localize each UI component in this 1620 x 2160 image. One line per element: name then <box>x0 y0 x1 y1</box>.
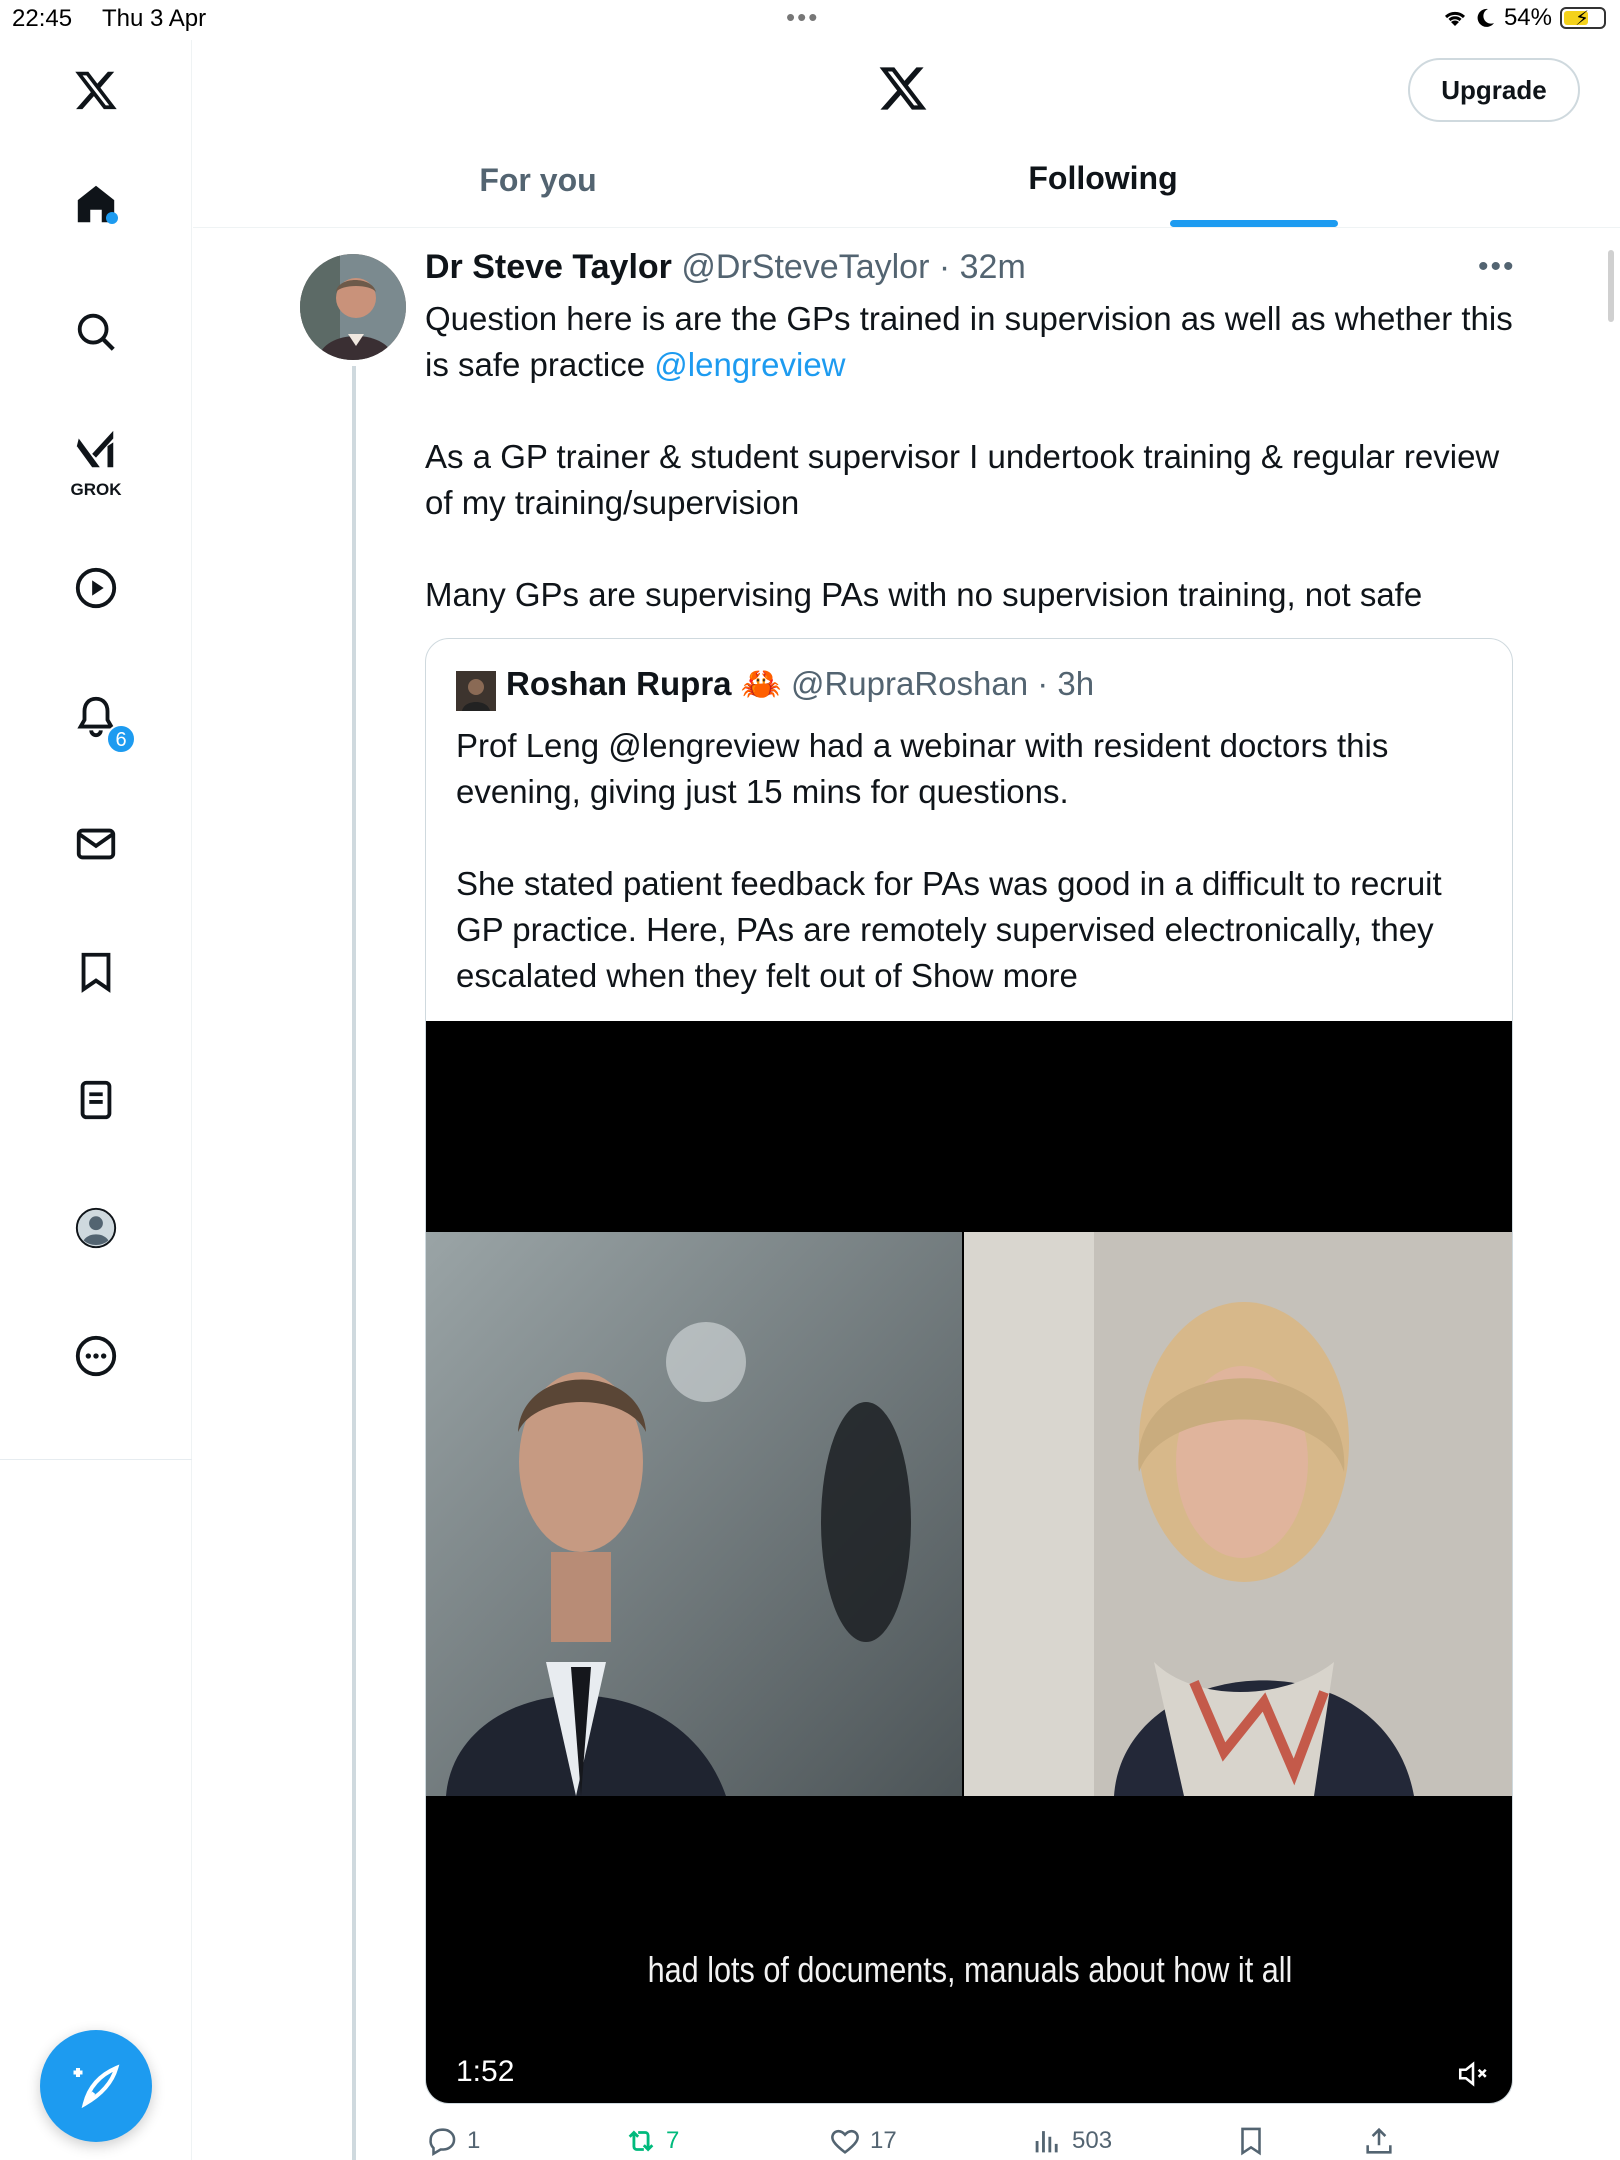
meta-separator: · <box>929 248 960 286</box>
video-frame-left <box>426 1232 962 1796</box>
author-name[interactable]: Dr Steve Taylor <box>425 248 672 286</box>
sidebar-divider <box>0 1459 192 1460</box>
upgrade-button[interactable]: Upgrade <box>1408 58 1580 122</box>
like-button[interactable]: 17 <box>828 2124 897 2158</box>
status-right: 54% ⚡ <box>1442 4 1606 32</box>
tweet-paragraph: Question here is are the GPs trained in … <box>425 296 1515 388</box>
tweet-paragraph: As a GP trainer & student supervisor I u… <box>425 438 1500 521</box>
views-icon <box>1035 2131 1058 2153</box>
quote-avatar[interactable] <box>456 671 496 711</box>
bookmark-icon[interactable] <box>68 944 124 1000</box>
video-subtitle: had lots of documents, manuals about how… <box>647 1949 1293 1990</box>
home-icon[interactable] <box>68 176 124 232</box>
more-options-icon[interactable]: ••• <box>1478 250 1516 284</box>
multitasking-dots-icon[interactable]: ••• <box>786 2 819 33</box>
grok-icon[interactable] <box>68 422 124 478</box>
tweet-body: Question here is are the GPs trained in … <box>425 296 1515 664</box>
view-count: 503 <box>1072 2127 1113 2154</box>
mail-icon[interactable] <box>68 816 124 872</box>
video-duration: 1:52 <box>456 2055 515 2088</box>
battery-charging-icon: ⚡ <box>1560 7 1606 30</box>
status-time: 22:45 <box>12 5 73 32</box>
tab-following[interactable]: Following <box>753 142 1453 228</box>
timeline-header: Upgrade For you Following <box>193 40 1620 228</box>
author-handle[interactable]: @DrSteveTaylor <box>681 248 929 286</box>
quote-author-handle[interactable]: @RupraRoshan <box>791 665 1028 702</box>
heart-icon <box>831 2129 859 2154</box>
quote-paragraph: Prof Leng @lengreview had a webinar with… <box>456 727 1389 810</box>
bookmark-button[interactable] <box>1234 2124 1268 2158</box>
list-icon[interactable] <box>68 1072 124 1128</box>
x-logo-icon[interactable] <box>877 62 929 114</box>
x-logo-icon[interactable] <box>68 62 124 118</box>
avatar[interactable] <box>300 254 406 360</box>
share-icon <box>1366 2127 1392 2154</box>
meta-separator: · <box>1028 665 1058 702</box>
play-icon[interactable] <box>68 560 124 616</box>
show-more-link[interactable]: Show more <box>911 957 1078 994</box>
wifi-icon <box>1444 11 1465 26</box>
quote-author-name[interactable]: Roshan Rupra <box>506 665 732 702</box>
repost-button[interactable]: 7 <box>624 2124 679 2158</box>
thread-line <box>352 366 356 2160</box>
reply-icon <box>429 2128 456 2157</box>
bookmark-icon <box>1241 2127 1261 2156</box>
mention-link[interactable]: @lengreview <box>654 346 845 383</box>
status-date: Thu 3 Apr <box>102 5 207 32</box>
share-button[interactable] <box>1362 2124 1396 2158</box>
reply-button[interactable]: 1 <box>425 2124 480 2158</box>
tweet-header: Dr Steve Taylor @DrSteveTaylor · 32m <box>425 248 1026 287</box>
search-icon[interactable] <box>68 304 124 360</box>
status-bar: 22:45 Thu 3 Apr ••• 54% ⚡ <box>0 0 1620 40</box>
scrollbar[interactable] <box>1608 250 1614 322</box>
video-player[interactable]: had lots of documents, manuals about how… <box>426 1021 1512 2103</box>
grok-label: GROK <box>70 480 122 499</box>
battery-percent: 54% <box>1503 4 1552 31</box>
avatar-icon[interactable] <box>68 1200 124 1256</box>
quote-body: Prof Leng @lengreview had a webinar with… <box>456 723 1486 1045</box>
quote-time[interactable]: 3h <box>1057 665 1094 702</box>
compose-icon <box>73 2064 120 2109</box>
active-tab-indicator <box>1170 220 1338 227</box>
muted-icon[interactable] <box>1456 2057 1490 2091</box>
repost-icon <box>628 2130 654 2152</box>
tweet-time[interactable]: 32m <box>960 248 1026 286</box>
quote-paragraph: She stated patient feedback for PAs was … <box>456 861 1486 999</box>
notification-badge: 6 <box>106 724 136 754</box>
repost-count: 7 <box>666 2127 680 2154</box>
more-circle-icon[interactable] <box>68 1328 124 1384</box>
home-unread-dot <box>106 212 118 224</box>
compose-button[interactable] <box>40 2030 152 2142</box>
tweet-text: Question here is are the GPs trained in … <box>425 300 1513 383</box>
sidebar: GROK 6 <box>0 40 192 2160</box>
quote-header: Roshan Rupra 🦀 @RupraRoshan · 3h <box>506 665 1094 704</box>
moon-icon <box>1477 8 1494 27</box>
video-frame-right <box>964 1232 1512 1796</box>
views-button[interactable]: 503 <box>1030 2124 1112 2158</box>
like-count: 17 <box>870 2127 897 2154</box>
crab-emoji: 🦀 <box>740 665 782 702</box>
quoted-tweet[interactable]: Roshan Rupra 🦀 @RupraRoshan · 3h Prof Le… <box>425 638 1513 2104</box>
reply-count: 1 <box>467 2127 481 2154</box>
tweet-paragraph: Many GPs are supervising PAs with no sup… <box>425 576 1423 613</box>
